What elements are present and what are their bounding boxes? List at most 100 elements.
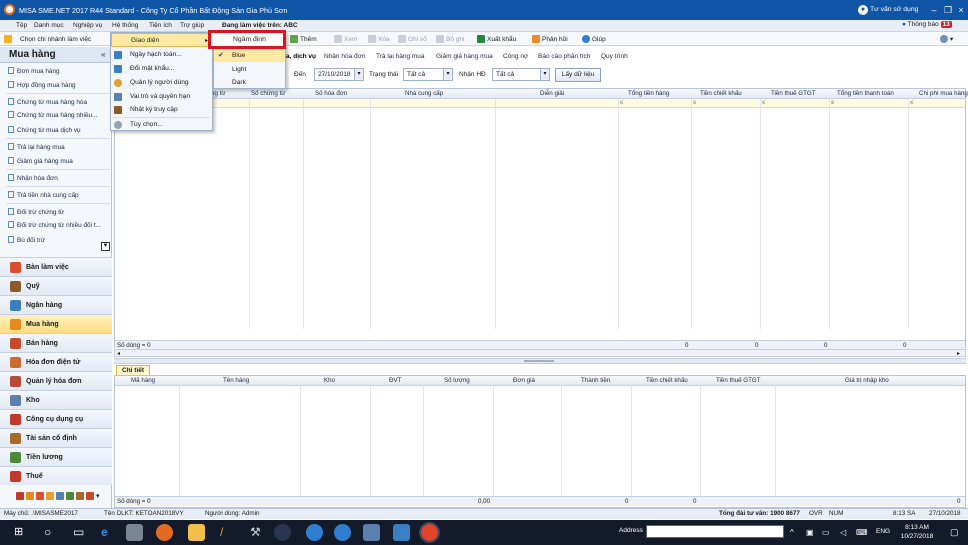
- menu-item-access-log[interactable]: Nhật ký truy cập: [111, 103, 212, 117]
- file-explorer-icon[interactable]: [188, 524, 205, 541]
- post-button[interactable]: Ghi sổ: [398, 35, 427, 43]
- sidebar-item[interactable]: Trả tiền nhà cung cấp: [8, 191, 108, 199]
- category-invoice-management[interactable]: Quản lý hóa đơn: [0, 371, 112, 390]
- task-view-icon[interactable]: ▭: [73, 525, 84, 539]
- app-icon[interactable]: [306, 524, 323, 541]
- theme-light[interactable]: Light: [214, 63, 285, 76]
- shortcut-icon[interactable]: [46, 492, 54, 500]
- sidebar-item[interactable]: Hợp đồng mua hàng: [8, 81, 108, 89]
- sidebar-item[interactable]: Trả lại hàng mua: [8, 143, 108, 151]
- category-payroll[interactable]: Tiền lương: [0, 447, 112, 466]
- sidebar-item[interactable]: Chứng từ mua hàng hóa: [8, 98, 108, 106]
- category-sales[interactable]: Bán hàng: [0, 333, 112, 352]
- column-unit[interactable]: ĐVT: [389, 377, 401, 384]
- help-button[interactable]: Giúp: [582, 35, 606, 43]
- category-cash[interactable]: Quỹ: [0, 276, 112, 295]
- network-icon[interactable]: ▣: [806, 528, 814, 537]
- consult-button[interactable]: ● Tư vấn sử dụng: [856, 4, 921, 16]
- shortcut-icon[interactable]: [16, 492, 24, 500]
- column-description[interactable]: Diễn giải: [540, 90, 564, 97]
- pen-icon[interactable]: /: [220, 525, 223, 539]
- app-icon[interactable]: [363, 524, 380, 541]
- collapse-icon[interactable]: «: [101, 50, 105, 59]
- feedback-button[interactable]: Phản hồi: [532, 35, 568, 43]
- view-button[interactable]: Xem: [334, 35, 357, 43]
- delete-button[interactable]: Xóa: [368, 35, 390, 43]
- menu-help[interactable]: Trợ giúp: [180, 22, 204, 29]
- column-vat[interactable]: Tiền thuế GTGT: [771, 90, 815, 97]
- tab-analysis-reports[interactable]: Báo cáo phân tích: [538, 53, 590, 60]
- column-total-payment[interactable]: Tổng tiền thanh toán: [837, 90, 894, 97]
- menu-system[interactable]: Hệ thống: [112, 22, 138, 29]
- sidebar-item[interactable]: Bù đối trừ: [8, 236, 108, 244]
- sidebar-item[interactable]: Giảm giá hàng mua: [8, 157, 108, 165]
- horizontal-scrollbar[interactable]: ◂ ▸: [114, 349, 966, 357]
- column-discount[interactable]: Tiền chiết khấu: [700, 90, 742, 97]
- menu-catalog[interactable]: Danh mục: [34, 22, 64, 29]
- column-amount[interactable]: Thành tiền: [581, 377, 610, 384]
- category-bank[interactable]: Ngân hàng: [0, 295, 112, 314]
- skype-icon[interactable]: [334, 524, 351, 541]
- misa-icon[interactable]: [419, 522, 440, 543]
- theme-default-highlighted[interactable]: Ngầm định: [208, 30, 286, 49]
- branch-select-button[interactable]: Chọn chi nhánh làm việc: [4, 35, 91, 43]
- close-button[interactable]: ×: [954, 4, 968, 16]
- tab-purchase-discount[interactable]: Giảm giá hàng mua: [436, 53, 493, 60]
- export-button[interactable]: Xuất khẩu: [477, 35, 516, 43]
- menu-item-accounting-date[interactable]: Ngày hạch toán...: [111, 48, 212, 62]
- menu-item-change-password[interactable]: Đổi mật khẩu...: [111, 62, 212, 76]
- language-indicator[interactable]: ENG: [876, 528, 890, 535]
- column-quantity[interactable]: Số lượng: [444, 377, 470, 384]
- menu-item-roles[interactable]: Vai trò và quyền hạn: [111, 90, 212, 104]
- column-item-code[interactable]: Mã hàng: [131, 377, 155, 384]
- shortcut-icon[interactable]: [76, 492, 84, 500]
- tab-process[interactable]: Quy trình: [601, 53, 628, 60]
- restore-button[interactable]: ❐: [941, 4, 955, 16]
- column-discount[interactable]: Tiền chiết khấu: [646, 377, 688, 384]
- chevron-down-icon[interactable]: ▾: [96, 492, 100, 500]
- shortcut-icon[interactable]: [56, 492, 64, 500]
- scroll-down-icon[interactable]: ▼: [101, 242, 110, 251]
- splitter[interactable]: [114, 358, 966, 364]
- theme-dark[interactable]: Dark: [214, 76, 285, 89]
- system-clock[interactable]: 8:13 AM 10/27/2018: [892, 523, 942, 541]
- category-purchase[interactable]: Mua hàng: [0, 314, 112, 333]
- search-icon[interactable]: ○: [44, 525, 51, 539]
- tab-receive-invoice[interactable]: Nhận hóa đơn: [324, 53, 366, 60]
- sidebar-item[interactable]: Chứng từ mua hàng nhiều...: [8, 111, 108, 119]
- menu-item-options[interactable]: Tùy chọn...: [111, 118, 212, 132]
- scroll-right-icon[interactable]: ▸: [957, 350, 960, 357]
- column-supplier[interactable]: Nhà cung cấp: [405, 90, 443, 97]
- menu-item-user-management[interactable]: Quản lý người dùng: [111, 76, 212, 90]
- shortcut-icon[interactable]: [66, 492, 74, 500]
- filter-row[interactable]: ≤ ≤ ≤ ≤ ≤: [115, 99, 965, 108]
- calendar-icon[interactable]: ▾: [354, 69, 363, 80]
- category-einvoice[interactable]: Hóa đơn điện tử: [0, 352, 112, 371]
- settings-dropdown[interactable]: ▾: [940, 35, 953, 43]
- to-date-input[interactable]: 27/10/2018 ▾: [314, 68, 364, 81]
- column-date[interactable]: ng từ: [211, 90, 225, 97]
- sidebar-item[interactable]: Đối trừ chứng từ nhiều đối t...: [8, 221, 108, 229]
- category-tools[interactable]: Công cụ dụng cụ: [0, 409, 112, 428]
- scroll-left-icon[interactable]: ◂: [117, 350, 120, 357]
- menu-operations[interactable]: Nghiệp vụ: [73, 22, 102, 29]
- theme-blue[interactable]: ✔ Blue: [214, 49, 285, 62]
- sidebar-item[interactable]: Nhận hóa đơn: [8, 174, 108, 182]
- column-voucher-no[interactable]: Số chứng từ: [251, 90, 285, 97]
- menu-utilities[interactable]: Tiện ích: [149, 22, 172, 29]
- category-tax[interactable]: Thuế: [0, 466, 112, 485]
- chevron-down-icon[interactable]: ▾: [540, 69, 549, 80]
- column-invoice-no[interactable]: Số hóa đơn: [315, 90, 347, 97]
- shortcut-icon[interactable]: [36, 492, 44, 500]
- category-warehouse[interactable]: Kho: [0, 390, 112, 409]
- app-icon[interactable]: [393, 524, 410, 541]
- volume-icon[interactable]: ◁: [840, 528, 846, 537]
- app-icon[interactable]: [126, 524, 143, 541]
- menu-item-appearance[interactable]: Giao diện ▸: [111, 33, 212, 47]
- sidebar-item[interactable]: Đối trừ chứng từ: [8, 208, 108, 216]
- shortcut-icon[interactable]: [26, 492, 34, 500]
- tab-detail[interactable]: Chi tiết: [116, 365, 151, 375]
- edge-icon[interactable]: e: [101, 525, 108, 539]
- notifications-icon[interactable]: ▢: [950, 527, 959, 538]
- hammer-icon[interactable]: ⚒: [250, 525, 261, 539]
